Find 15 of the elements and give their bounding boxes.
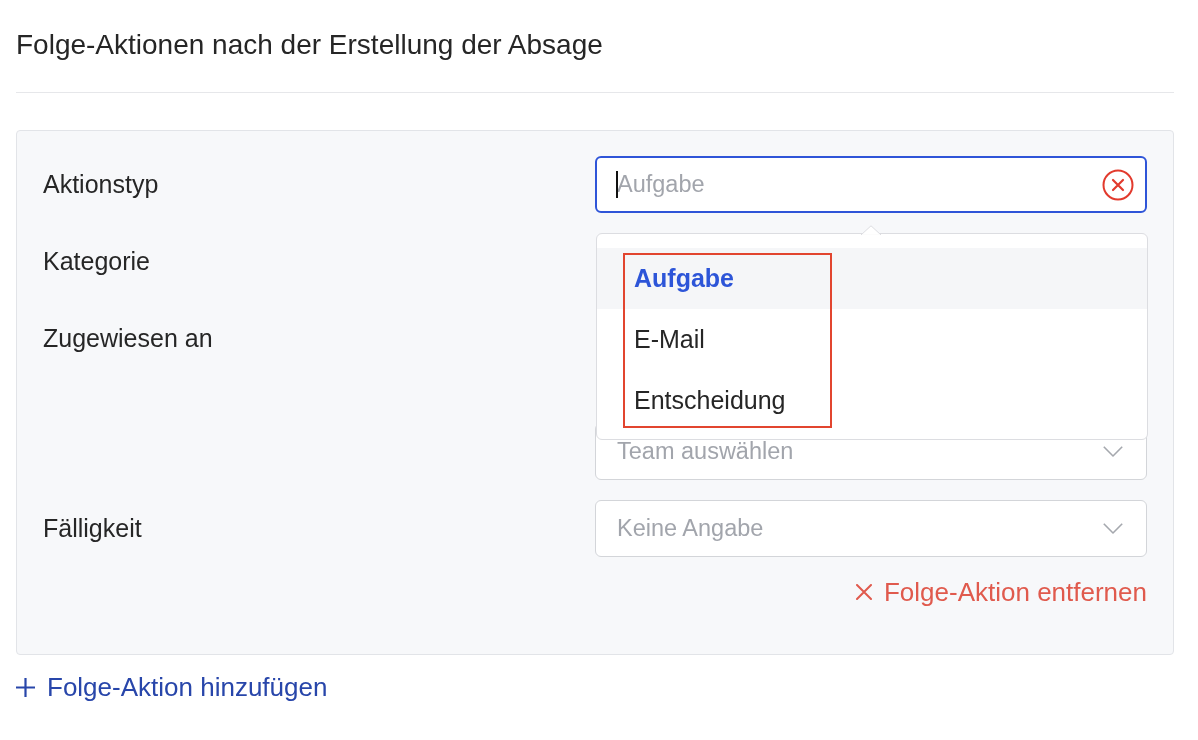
chevron-down-icon xyxy=(1103,446,1123,457)
plus-icon xyxy=(16,677,35,697)
section-title: Folge-Aktionen nach der Erstellung der Absage xyxy=(16,28,604,62)
field-label: Zugewiesen an xyxy=(43,323,214,354)
clear-icon[interactable] xyxy=(1102,169,1134,201)
action-type-field[interactable]: Aufgabe xyxy=(595,156,1147,213)
text-cursor xyxy=(616,171,618,198)
field-label: Fälligkeit xyxy=(43,513,143,544)
close-icon xyxy=(855,584,872,600)
select-field[interactable]: Keine Angabe xyxy=(595,500,1147,557)
dropdown-option[interactable]: Aufgabe xyxy=(597,248,1147,309)
field-label: Aktionstyp xyxy=(43,169,160,200)
chevron-down-icon xyxy=(1103,523,1123,534)
field-label: Kategorie xyxy=(43,246,152,277)
add-action-link[interactable]: Folge-Aktion hinzufügen xyxy=(16,672,328,702)
